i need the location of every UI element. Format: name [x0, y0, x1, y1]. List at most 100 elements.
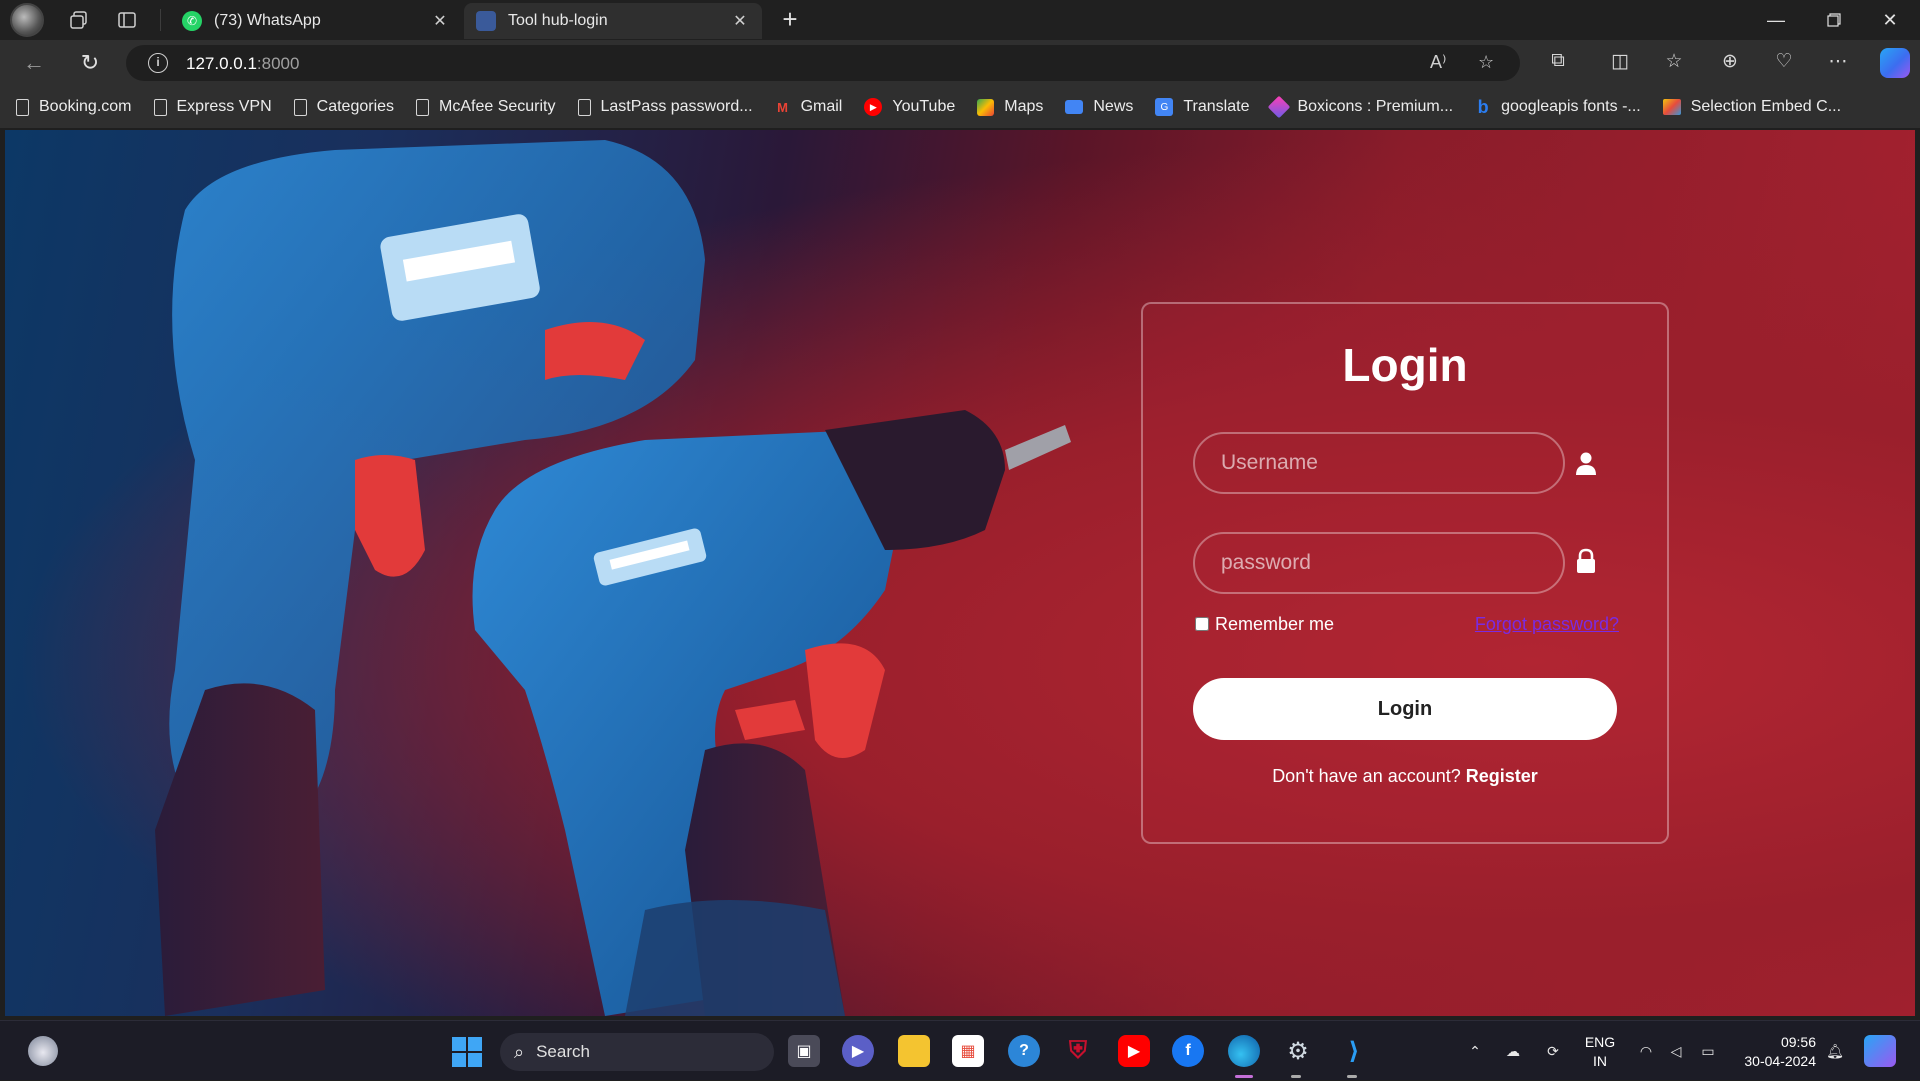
- battery-icon[interactable]: ▭: [1694, 1021, 1722, 1081]
- new-tab-icon[interactable]: +: [776, 6, 804, 34]
- split-screen-icon[interactable]: ◫: [1606, 50, 1634, 78]
- more-menu-icon[interactable]: ⋯: [1824, 50, 1852, 78]
- settings-gear-icon[interactable]: ⚙: [1282, 1035, 1314, 1067]
- tab-whatsapp[interactable]: ✆ (73) WhatsApp ✕: [170, 3, 462, 39]
- bing-icon: b: [1477, 96, 1489, 117]
- favorites-icon[interactable]: ☆: [1660, 50, 1688, 78]
- system-clock[interactable]: 09:56 30-04-2024: [1736, 1033, 1816, 1071]
- bookmark-gmail[interactable]: M Gmail: [775, 98, 842, 116]
- login-card: Login Remember me Forgot password? Login: [1141, 302, 1669, 844]
- youtube-app-icon[interactable]: ▶: [1118, 1035, 1150, 1067]
- bookmark-news[interactable]: News: [1065, 98, 1133, 116]
- mcafee-icon[interactable]: ⛨: [1062, 1035, 1094, 1067]
- maps-icon: [977, 98, 995, 116]
- page-viewport: Login Remember me Forgot password? Login: [5, 130, 1915, 1016]
- youtube-icon: ▶: [864, 98, 883, 116]
- url-text[interactable]: 127.0.0.1:8000: [186, 54, 299, 74]
- site-info-icon[interactable]: i: [148, 53, 168, 73]
- tab-title: Tool hub-login: [508, 12, 608, 29]
- page-icon: [16, 98, 29, 116]
- get-help-icon[interactable]: ?: [1008, 1035, 1040, 1067]
- bookmark-categories[interactable]: Categories: [293, 98, 394, 116]
- file-explorer-icon[interactable]: [898, 1035, 930, 1067]
- address-bar[interactable]: i 127.0.0.1:8000 A⁾ ☆: [126, 45, 1520, 81]
- wifi-icon[interactable]: ◠: [1632, 1021, 1660, 1081]
- refresh-icon[interactable]: ↻: [74, 48, 106, 78]
- read-aloud-icon[interactable]: A⁾: [1430, 52, 1446, 73]
- workspaces-icon[interactable]: [66, 7, 92, 33]
- minimize-icon[interactable]: —: [1748, 0, 1804, 40]
- volume-icon[interactable]: ◁: [1662, 1021, 1690, 1081]
- remember-forgot-row: Remember me Forgot password?: [1195, 612, 1619, 638]
- bookmark-googleapis-fonts[interactable]: b googleapis fonts -...: [1475, 96, 1641, 117]
- bookmark-express-vpn[interactable]: Express VPN: [153, 98, 272, 116]
- teams-chat-icon[interactable]: ▶: [842, 1035, 874, 1067]
- microsoft-store-icon[interactable]: ▦: [952, 1035, 984, 1067]
- copilot-taskbar-icon[interactable]: [1864, 1035, 1896, 1067]
- register-prompt: Don't have an account?: [1272, 766, 1461, 786]
- username-input[interactable]: [1195, 434, 1563, 492]
- page-icon: [416, 98, 430, 116]
- windows-taskbar: ⌕ Search ▣ ▶ ▦ ? ⛨ ▶ f ⚙ ⟩ ⌃ ☁ ⟳ ENG IN …: [0, 1020, 1920, 1080]
- edge-browser-icon[interactable]: [1228, 1035, 1260, 1067]
- windows-start-icon[interactable]: [452, 1037, 482, 1067]
- favorite-star-icon[interactable]: ☆: [1478, 52, 1494, 73]
- news-icon: [1065, 100, 1084, 114]
- profile-avatar[interactable]: [10, 3, 44, 37]
- facebook-icon[interactable]: f: [1172, 1035, 1204, 1067]
- edge-active-indicator: [1235, 1075, 1253, 1078]
- login-title: Login: [1342, 339, 1468, 391]
- password-input[interactable]: [1195, 534, 1563, 592]
- search-label: Search: [536, 1042, 590, 1061]
- register-row: Don't have an account? Register: [1143, 766, 1667, 787]
- bookmark-booking[interactable]: Booking.com: [16, 98, 132, 116]
- settings-running-indicator: [1291, 1075, 1301, 1078]
- forgot-password-link[interactable]: Forgot password?: [1475, 614, 1619, 635]
- boxicons-icon: [1268, 95, 1291, 119]
- language-indicator[interactable]: ENG IN: [1578, 1033, 1622, 1071]
- bookmark-lastpass[interactable]: LastPass password...: [577, 98, 753, 116]
- close-window-icon[interactable]: ✕: [1862, 0, 1918, 40]
- copilot-icon[interactable]: [1880, 48, 1910, 78]
- password-field[interactable]: [1193, 532, 1565, 594]
- back-arrow-icon[interactable]: ←: [18, 48, 50, 78]
- bookmark-translate[interactable]: G Translate: [1155, 98, 1249, 116]
- remember-me-checkbox[interactable]: [1195, 617, 1209, 631]
- bookmark-mcafee[interactable]: McAfee Security: [416, 98, 556, 116]
- vscode-icon[interactable]: ⟩: [1338, 1035, 1370, 1067]
- bookmark-youtube[interactable]: ▶ YouTube: [864, 98, 955, 116]
- restore-icon[interactable]: [1806, 0, 1862, 40]
- page-icon: [153, 98, 167, 116]
- register-link[interactable]: Register: [1466, 766, 1538, 786]
- page-icon: [577, 98, 591, 116]
- search-icon: ⌕: [514, 1041, 525, 1062]
- whatsapp-icon: ✆: [182, 11, 202, 31]
- extensions-icon[interactable]: ⧉: [1544, 50, 1572, 78]
- browser-window: ✆ (73) WhatsApp ✕ Tool hub-login ✕ + — ✕…: [0, 0, 1920, 1080]
- bookmark-boxicons[interactable]: Boxicons : Premium...: [1268, 95, 1453, 119]
- weather-icon[interactable]: [28, 1036, 58, 1066]
- tab-tool-hub-login[interactable]: Tool hub-login ✕: [464, 3, 762, 39]
- tool-hub-favicon-icon: [476, 11, 496, 31]
- login-button[interactable]: Login: [1193, 678, 1617, 740]
- lock-icon: [1577, 548, 1595, 573]
- bookmarks-bar: Booking.com Express VPN Categories McAfe…: [0, 86, 1920, 128]
- close-tab-icon[interactable]: ✕: [430, 11, 450, 31]
- username-field[interactable]: [1193, 432, 1565, 494]
- bookmark-maps[interactable]: Maps: [977, 98, 1043, 116]
- vertical-tabs-icon[interactable]: [114, 7, 140, 33]
- vscode-running-indicator: [1347, 1075, 1357, 1078]
- notifications-bell-icon[interactable]: 🔔︎: [1822, 1021, 1848, 1081]
- onedrive-cloud-icon[interactable]: ☁: [1498, 1021, 1528, 1081]
- gmail-icon: M: [777, 99, 788, 115]
- selection-icon: [1662, 99, 1681, 115]
- task-view-icon[interactable]: ▣: [788, 1035, 820, 1067]
- collections-icon[interactable]: ⊕: [1716, 50, 1744, 78]
- bookmark-selection-embed[interactable]: Selection Embed C...: [1662, 98, 1841, 116]
- close-tab-icon[interactable]: ✕: [730, 11, 750, 31]
- browser-essentials-icon[interactable]: ♡: [1770, 50, 1798, 78]
- sync-icon[interactable]: ⟳: [1538, 1021, 1568, 1081]
- remember-me-label[interactable]: Remember me: [1215, 614, 1334, 635]
- taskbar-search[interactable]: ⌕ Search: [500, 1033, 774, 1071]
- show-hidden-icons-chevron-icon[interactable]: ⌃: [1460, 1021, 1490, 1081]
